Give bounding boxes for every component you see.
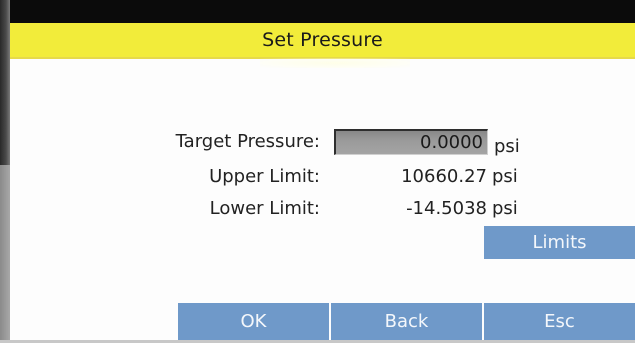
set-pressure-screen: Set Pressure Target Pressure: 0.0000 psi… xyxy=(0,0,635,343)
lower-limit-label: Lower Limit: xyxy=(209,198,320,219)
target-pressure-unit: psi xyxy=(494,136,520,157)
back-button[interactable]: Back xyxy=(331,303,482,340)
target-pressure-label: Target Pressure: xyxy=(175,131,320,152)
lower-limit-value: -14.5038 xyxy=(406,198,487,219)
dialog-title: Set Pressure xyxy=(262,29,383,51)
esc-button[interactable]: Esc xyxy=(484,303,635,340)
ok-button[interactable]: OK xyxy=(178,303,329,340)
upper-limit-label: Upper Limit: xyxy=(209,166,320,187)
target-pressure-value: 0.0000 xyxy=(420,132,483,153)
lower-limit-unit: psi xyxy=(492,198,518,219)
upper-limit-unit: psi xyxy=(492,166,518,187)
title-bar: Set Pressure xyxy=(10,23,635,59)
target-pressure-input[interactable]: 0.0000 xyxy=(334,129,488,155)
upper-limit-value: 10660.27 xyxy=(401,166,487,187)
left-bezel-lower xyxy=(0,165,10,343)
top-bezel xyxy=(0,0,635,23)
limits-button[interactable]: Limits xyxy=(484,226,635,259)
screen-glare xyxy=(260,58,410,68)
